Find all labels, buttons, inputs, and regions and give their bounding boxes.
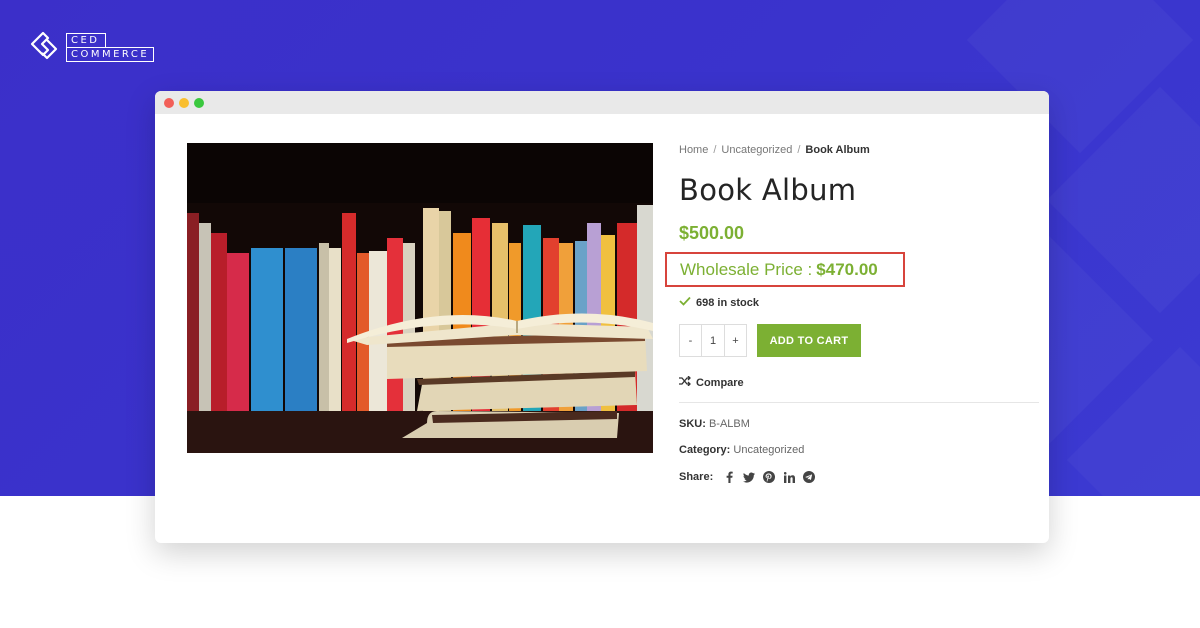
add-to-cart-row: - 1 + ADD TO CART xyxy=(679,324,1039,357)
minimize-window-button[interactable] xyxy=(179,97,189,108)
category-label: Category: xyxy=(679,444,731,456)
wholesale-price-value: $470.00 xyxy=(816,259,878,279)
sku-row: SKU: B-ALBM xyxy=(679,418,1039,430)
window-titlebar xyxy=(155,91,1049,114)
sku-value: B-ALBM xyxy=(708,418,750,430)
compare-link[interactable]: Compare xyxy=(679,375,1039,389)
stock-text: 698 in stock xyxy=(696,296,759,309)
breadcrumb-home-link[interactable]: Home xyxy=(679,144,708,156)
telegram-icon[interactable] xyxy=(803,471,816,483)
breadcrumb: Home / Uncategorized / Book Album xyxy=(679,143,1039,157)
sku-label: SKU: xyxy=(679,418,706,430)
product-price: $500.00 xyxy=(679,223,745,243)
wholesale-price-label: Wholesale Price : xyxy=(680,259,813,279)
quantity-stepper: - 1 + xyxy=(679,324,747,357)
linkedin-icon[interactable] xyxy=(783,471,795,483)
pinterest-icon[interactable] xyxy=(763,471,776,483)
browser-window: Home / Uncategorized / Book Album Book A… xyxy=(155,91,1049,543)
logo-mark-icon xyxy=(30,31,60,63)
checkmark-icon xyxy=(679,296,691,309)
logo-text-line1: CED xyxy=(66,32,106,47)
shuffle-icon xyxy=(679,375,691,389)
product-details: Home / Uncategorized / Book Album Book A… xyxy=(665,143,1039,483)
logo-text-line2: COMMERCE xyxy=(66,46,155,62)
logo-text: CED COMMERCE xyxy=(66,32,155,62)
quantity-input[interactable]: 1 xyxy=(701,325,725,356)
share-label: Share: xyxy=(679,471,714,483)
facebook-icon[interactable] xyxy=(723,471,735,483)
quantity-increase-button[interactable]: + xyxy=(725,325,746,356)
wholesale-price-highlight: Wholesale Price : $470.00 xyxy=(665,252,905,287)
stock-status: 698 in stock xyxy=(679,296,1039,309)
divider xyxy=(679,402,1039,403)
close-window-button[interactable] xyxy=(164,97,174,108)
quantity-decrease-button[interactable]: - xyxy=(680,325,701,356)
breadcrumb-category-link[interactable]: Uncategorized xyxy=(721,144,792,156)
breadcrumb-separator: / xyxy=(797,144,801,156)
cedcommerce-logo: CED COMMERCE xyxy=(30,30,155,64)
product-image[interactable] xyxy=(187,143,653,453)
compare-label: Compare xyxy=(696,376,744,389)
breadcrumb-current: Book Album xyxy=(805,144,870,156)
maximize-window-button[interactable] xyxy=(194,97,204,108)
product-title: Book Album xyxy=(679,173,857,207)
category-row: Category: Uncategorized xyxy=(679,444,1039,456)
twitter-icon[interactable] xyxy=(743,471,756,483)
breadcrumb-separator: / xyxy=(713,144,717,156)
category-link[interactable]: Uncategorized xyxy=(733,444,804,456)
share-row: Share: xyxy=(679,471,1039,483)
add-to-cart-button[interactable]: ADD TO CART xyxy=(757,324,861,357)
